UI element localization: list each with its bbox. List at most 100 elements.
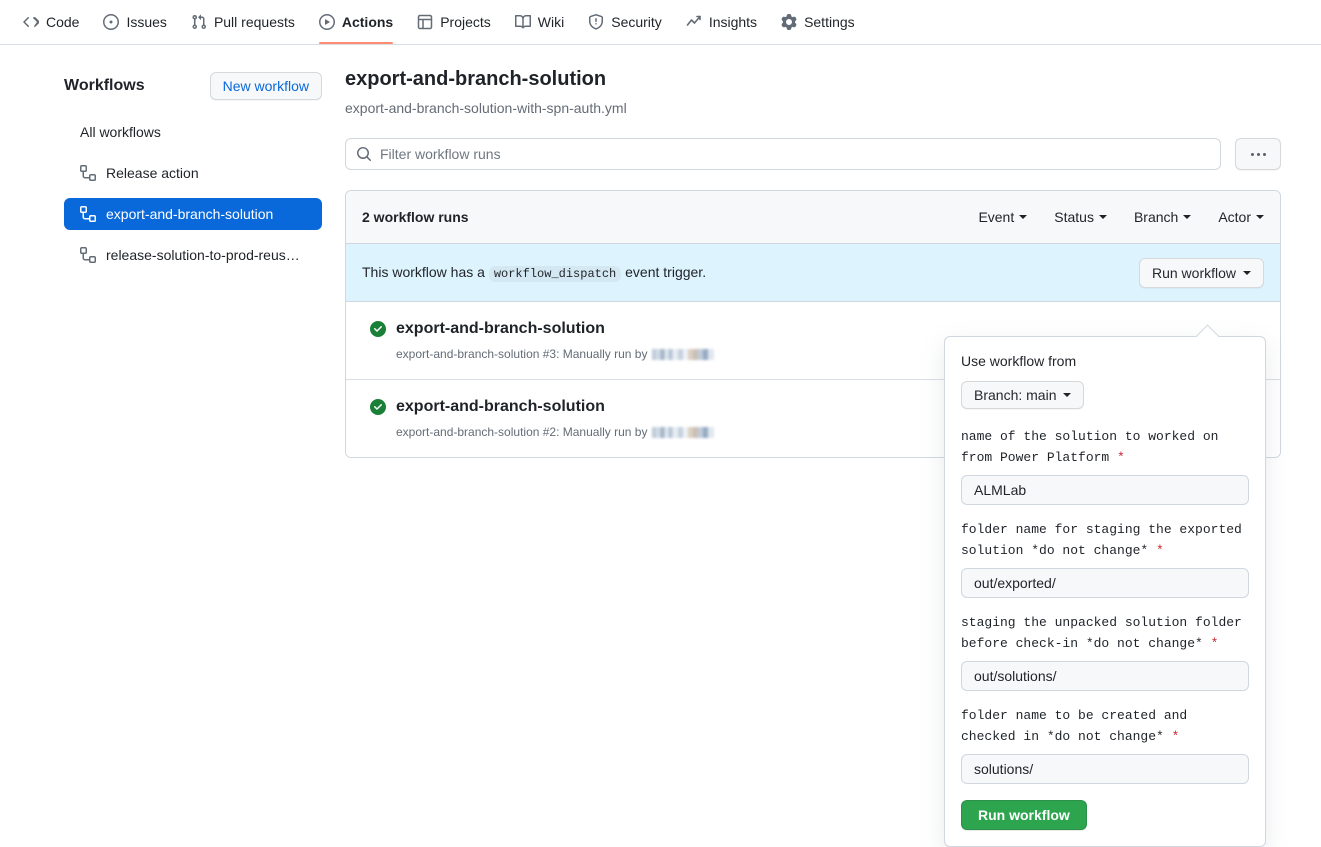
workflow-filename: export-and-branch-solution-with-spn-auth…: [345, 100, 627, 116]
repo-nav-label-security: Security: [611, 14, 662, 30]
filter-actor-label: Actor: [1218, 209, 1251, 225]
field-label-text: folder name to be created and checked in…: [961, 708, 1188, 744]
run-actor-redacted: [652, 426, 715, 438]
chevron-down-icon: [1183, 215, 1192, 219]
book-icon: [514, 14, 531, 30]
branch-select-button[interactable]: Branch: main: [961, 381, 1085, 409]
graph-icon: [686, 14, 702, 30]
input-unpacked-folder[interactable]: [961, 661, 1249, 691]
field-solution-name: name of the solution to worked on from P…: [961, 426, 1249, 505]
run-title-link[interactable]: export-and-branch-solution: [396, 396, 714, 418]
field-checkin-folder: folder name to be created and checked in…: [961, 705, 1249, 784]
workflow-dispatch-banner: This workflow has a workflow_dispatch ev…: [346, 244, 1280, 302]
page-body: Workflows New workflow All workflows Rel…: [0, 45, 1321, 847]
repo-nav-label-actions: Actions: [341, 14, 394, 30]
shield-icon: [588, 14, 604, 30]
repo-nav-item-security[interactable]: Security: [579, 0, 671, 44]
input-exported-folder[interactable]: [961, 568, 1249, 598]
sidebar-item-release-action[interactable]: Release action: [64, 157, 322, 189]
filter-event[interactable]: Event: [978, 209, 1028, 225]
field-label-solution-name: name of the solution to worked on from P…: [961, 426, 1249, 468]
repo-nav-list: Code Issues Pull requests Actions Projec: [0, 0, 1321, 44]
run-workflow-dropdown-button[interactable]: Run workflow: [1138, 257, 1264, 288]
repo-nav-label-settings: Settings: [804, 14, 855, 30]
field-label-exported-folder: folder name for staging the exported sol…: [961, 519, 1249, 561]
run-actor-redacted: [652, 348, 715, 360]
sidebar-label-release-action: Release action: [106, 165, 199, 181]
sidebar-header: Workflows New workflow: [64, 70, 322, 102]
filter-status-label: Status: [1054, 209, 1094, 225]
repo-nav-item-settings[interactable]: Settings: [772, 0, 864, 44]
field-exported-folder: folder name for staging the exported sol…: [961, 519, 1249, 598]
filter-actor[interactable]: Actor: [1218, 209, 1264, 225]
sidebar-item-export-and-branch-solution[interactable]: export-and-branch-solution: [64, 198, 322, 230]
required-asterisk: *: [1117, 450, 1125, 465]
repo-nav-item-projects[interactable]: Projects: [408, 0, 500, 44]
check-circle-icon: [370, 399, 386, 415]
use-workflow-from-label: Use workflow from: [961, 353, 1077, 369]
filter-branch[interactable]: Branch: [1134, 209, 1192, 225]
dispatch-banner-text: This workflow has a workflow_dispatch ev…: [362, 264, 707, 282]
repo-nav-label-projects: Projects: [440, 14, 491, 30]
filter-row: [345, 138, 1281, 170]
chevron-down-icon: [1243, 270, 1251, 275]
repo-nav-item-actions[interactable]: Actions: [310, 0, 402, 44]
kebab-dot: [1250, 152, 1254, 156]
run-workflow-submit-button[interactable]: Run workflow: [961, 800, 1087, 830]
run-meta: export-and-branch-solution export-and-br…: [396, 396, 715, 441]
more-options-button[interactable]: [1235, 138, 1281, 170]
run-workflow-button-label: Run workflow: [1151, 264, 1236, 281]
field-label-checkin-folder: folder name to be created and checked in…: [961, 705, 1249, 747]
field-label-text: name of the solution to worked on from P…: [961, 429, 1219, 465]
workflow-icon: [80, 206, 96, 222]
filter-status[interactable]: Status: [1054, 209, 1107, 225]
repo-nav-label-insights: Insights: [708, 14, 758, 30]
run-meta: export-and-branch-solution export-and-br…: [396, 318, 715, 363]
dispatch-text-after: event trigger.: [625, 264, 707, 280]
sidebar-item-release-solution-to-prod[interactable]: release-solution-to-prod-reus…: [64, 239, 322, 271]
required-asterisk: *: [1156, 543, 1164, 558]
field-label-text: folder name for staging the exported sol…: [961, 522, 1242, 558]
workflows-sidebar: Workflows New workflow All workflows Rel…: [64, 70, 322, 280]
required-asterisk: *: [1210, 636, 1219, 651]
search-input[interactable]: [345, 138, 1221, 170]
run-subtitle-text: export-and-branch-solution #3: Manually …: [396, 347, 648, 361]
input-solution-name[interactable]: [961, 475, 1249, 505]
kebab-dot: [1262, 152, 1266, 156]
kebab-dot: [1256, 152, 1260, 156]
repo-nav-item-wiki[interactable]: Wiki: [506, 0, 573, 44]
repo-nav-item-insights[interactable]: Insights: [677, 0, 766, 44]
repo-nav-label-wiki: Wiki: [537, 14, 565, 30]
sidebar-label-all-workflows: All workflows: [80, 124, 161, 140]
field-label-text: staging the unpacked solution folder bef…: [961, 615, 1242, 651]
chevron-down-icon: [1098, 215, 1107, 219]
chevron-down-icon: [1019, 215, 1028, 219]
sidebar-workflow-list: All workflows Release action export-and-…: [64, 116, 322, 271]
workflow-runs-count: 2 workflow runs: [362, 209, 469, 225]
code-icon: [23, 14, 39, 30]
chevron-down-icon: [1256, 215, 1264, 219]
sidebar-label-export-and-branch-solution: export-and-branch-solution: [106, 206, 274, 222]
field-label-unpacked-folder: staging the unpacked solution folder bef…: [961, 612, 1249, 654]
workflow-runs-filters: Event Status Branch Actor: [978, 209, 1264, 225]
dispatch-text-before: This workflow has a: [362, 264, 485, 280]
repo-navigation-bar: Code Issues Pull requests Actions Projec: [0, 0, 1321, 45]
workflow-runs-header: 2 workflow runs Event Status Branch Acto…: [346, 191, 1280, 244]
check-circle-icon: [370, 321, 386, 337]
repo-nav-item-issues[interactable]: Issues: [94, 0, 175, 44]
new-workflow-button[interactable]: New workflow: [209, 72, 322, 100]
run-subtitle: export-and-branch-solution #3: Manually …: [396, 345, 715, 363]
run-title-link[interactable]: export-and-branch-solution: [396, 318, 714, 340]
input-checkin-folder[interactable]: [961, 754, 1249, 784]
dispatch-event-code: workflow_dispatch: [488, 266, 622, 282]
sidebar-label-release-solution-to-prod: release-solution-to-prod-reus…: [106, 247, 300, 263]
repo-nav-item-code[interactable]: Code: [14, 0, 88, 44]
sidebar-item-all-workflows[interactable]: All workflows: [64, 116, 322, 148]
repo-nav-label-pull-requests: Pull requests: [213, 14, 295, 30]
git-pull-request-icon: [191, 14, 207, 30]
filter-event-label: Event: [978, 209, 1015, 225]
search-wrapper: [345, 138, 1221, 170]
repo-nav-item-pull-requests[interactable]: Pull requests: [182, 0, 304, 44]
issue-opened-icon: [103, 14, 120, 30]
required-asterisk: *: [1171, 729, 1180, 744]
